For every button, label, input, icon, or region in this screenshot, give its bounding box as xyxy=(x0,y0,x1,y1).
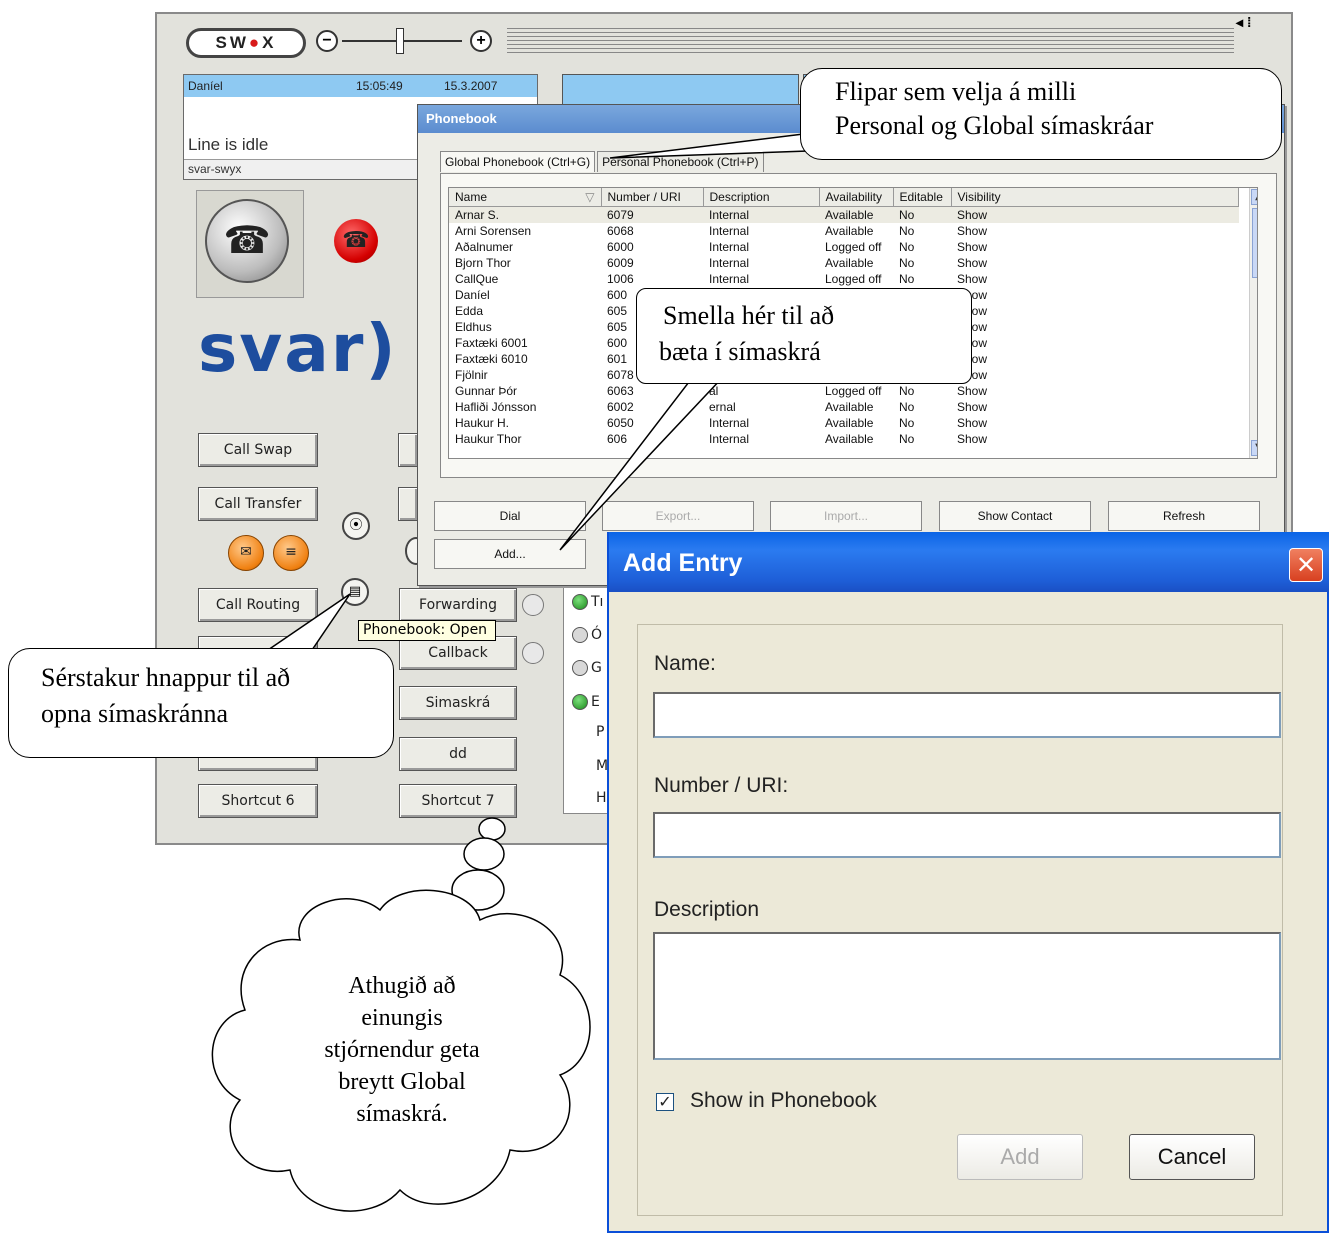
thought-bubble xyxy=(478,817,506,841)
cloud-text: einungis xyxy=(361,1005,443,1031)
button-callout: Sérstakur hnappur til að opna símaskránn… xyxy=(8,648,394,758)
cloud-text: símaskrá. xyxy=(356,1101,448,1127)
add-callout-pointer xyxy=(559,377,724,551)
callout-text: opna símaskránna xyxy=(41,699,229,728)
button-callout-pointer xyxy=(265,593,351,651)
cloud-note: Athugið að einungis stjórnendur geta bre… xyxy=(272,970,532,1130)
tabs-callout: Flipar sem velja á milli Personal og Glo… xyxy=(800,68,1282,160)
callout-text: bæta í símaskrá xyxy=(659,337,821,366)
cloud-text: stjórnendur geta xyxy=(324,1037,480,1063)
cloud-text: breytt Global xyxy=(338,1069,466,1095)
callout-text: Personal og Global símaskráar xyxy=(835,111,1154,140)
thought-bubble xyxy=(463,837,505,871)
add-callout: Smella hér til að bæta í símaskrá xyxy=(636,288,972,384)
callout-pointers xyxy=(211,129,837,1212)
cloud-text: Athugið að xyxy=(348,973,456,999)
callout-text: Sérstakur hnappur til að xyxy=(41,663,291,692)
callout-text: Flipar sem velja á milli xyxy=(835,77,1077,106)
callout-text: Smella hér til að xyxy=(663,301,835,330)
